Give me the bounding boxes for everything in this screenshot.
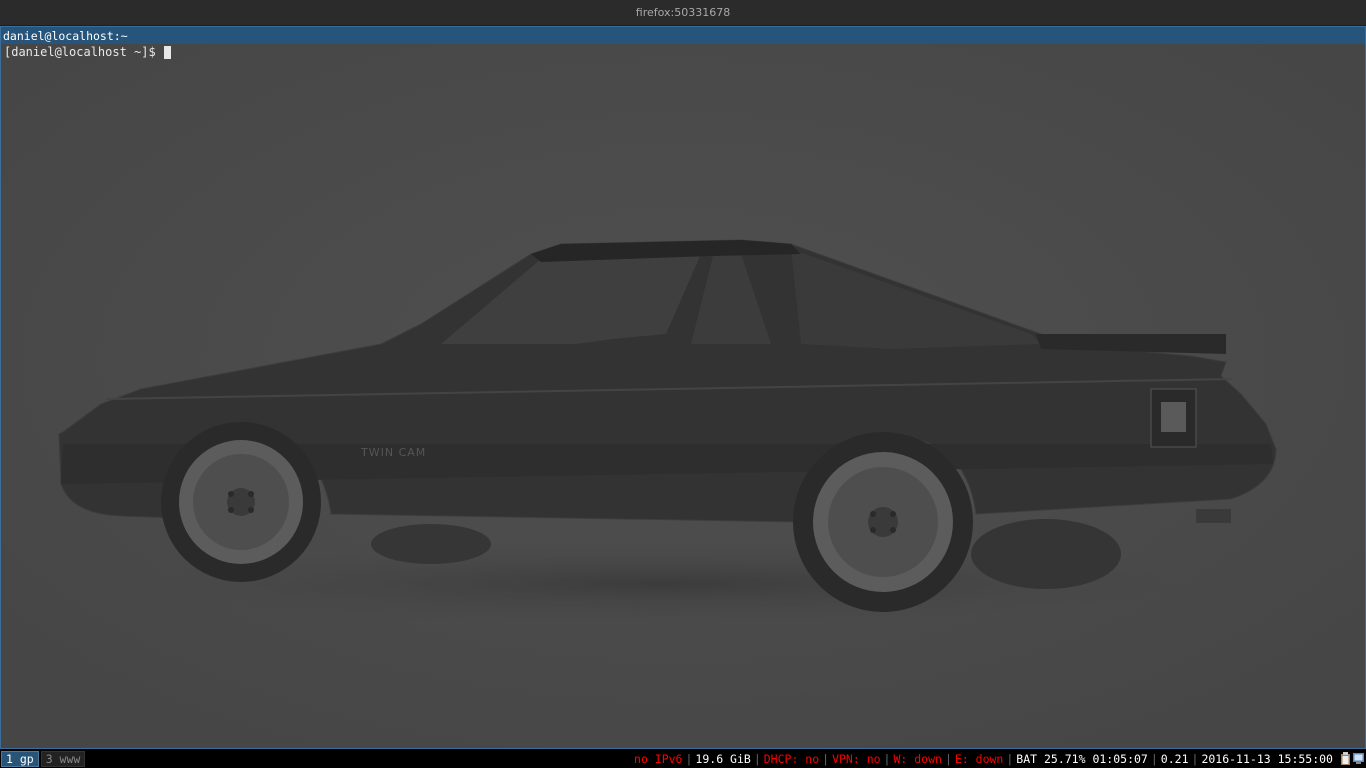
network-manager-icon[interactable]	[1353, 752, 1364, 765]
terminal-title: daniel@localhost:~	[3, 28, 128, 43]
separator: |	[1150, 751, 1158, 766]
workspace-button-1-gp[interactable]: 1 gp	[1, 750, 39, 767]
i3-status-bar: 1 gp 3 www no IPv6 | 19.6 GiB | DHCP: no | …	[0, 749, 1366, 768]
separator: |	[944, 751, 952, 766]
workspace-button-3-www[interactable]: 3 www	[40, 750, 86, 767]
svg-text:TWIN CAM: TWIN CAM	[360, 446, 426, 459]
system-tray	[1336, 752, 1366, 765]
terminal-title-bar[interactable]: daniel@localhost:~	[1, 27, 1365, 44]
desktop: firefox:50331678 daniel@localhost:~ TWIN…	[0, 0, 1366, 768]
status-blocks: no IPv6 | 19.6 GiB | DHCP: no | VPN: no | W:…	[631, 749, 1366, 768]
shell-prompt: [daniel@localhost ~]$	[4, 45, 163, 59]
car-wallpaper-image: TWIN CAM	[1, 44, 1365, 748]
terminal-body[interactable]: TWIN CAM [daniel@localhost ~]$	[1, 44, 1365, 748]
ethernet-status: E: down	[954, 751, 1004, 766]
wireless-status: W: down	[893, 751, 942, 766]
separator: |	[685, 751, 693, 766]
separator: |	[1191, 751, 1199, 766]
dhcp-status: DHCP: no	[763, 751, 820, 766]
firefox-title-bar[interactable]: firefox:50331678	[0, 0, 1366, 26]
separator: |	[883, 751, 891, 766]
text-cursor	[163, 45, 171, 59]
separator: |	[1006, 751, 1014, 766]
firefox-window-title: firefox:50331678	[635, 6, 731, 19]
disk-status: 19.6 GiB	[695, 751, 751, 766]
terminal-prompt-line[interactable]: [daniel@localhost ~]$	[4, 45, 171, 59]
load-status: 0.21	[1160, 751, 1189, 766]
workspace-list: 1 gp 3 www	[0, 749, 87, 768]
terminal-window[interactable]: daniel@localhost:~ TWIN CAM [daniel@loca…	[0, 26, 1366, 749]
clipboard-icon[interactable]	[1340, 752, 1351, 765]
battery-status: BAT 25.71% 01:05:07	[1016, 751, 1148, 766]
ipv6-status: no IPv6	[634, 751, 683, 766]
separator: |	[822, 751, 830, 766]
separator: |	[753, 751, 761, 766]
datetime-status: 2016-11-13 15:55:00	[1201, 751, 1333, 766]
vpn-status: VPN: no	[832, 751, 881, 766]
